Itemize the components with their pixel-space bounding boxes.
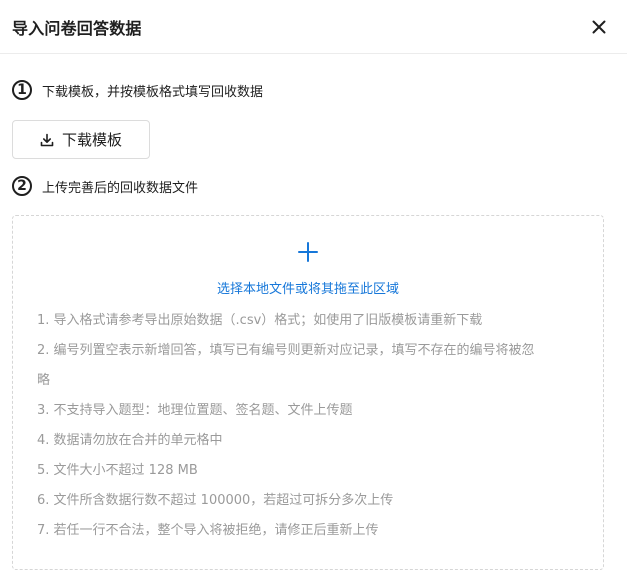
step-2-number: 2: [12, 176, 32, 196]
step-1: 1 下载模板，并按模板格式填写回收数据: [12, 80, 263, 100]
close-button[interactable]: [587, 15, 611, 39]
rule-item: 4. 数据请勿放在合并的单元格中: [37, 433, 223, 448]
dialog-title: 导入问卷回答数据: [12, 19, 142, 38]
close-icon: [592, 20, 606, 34]
dialog-header: 导入问卷回答数据: [0, 0, 627, 54]
rule-item: 5. 文件大小不超过 128 MB: [37, 463, 198, 478]
dropzone-prompt[interactable]: 选择本地文件或将其拖至此区域: [13, 278, 603, 297]
rule-item: 1. 导入格式请参考导出原始数据（.csv）格式；如使用了旧版模板请重新下载: [37, 313, 483, 328]
download-template-label: 下载模板: [61, 131, 122, 149]
rule-item: 7. 若任一行不合法，整个导入将被拒绝，请修正后重新上传: [37, 523, 379, 538]
file-dropzone[interactable]: 选择本地文件或将其拖至此区域 1. 导入格式请参考导出原始数据（.csv）格式；…: [12, 215, 604, 570]
rule-item: 3. 不支持导入题型：地理位置题、签名题、文件上传题: [37, 403, 353, 418]
download-icon: [40, 133, 54, 146]
step-2: 2 上传完善后的回收数据文件: [12, 176, 198, 196]
step-2-text: 上传完善后的回收数据文件: [42, 180, 199, 196]
step-1-number: 1: [12, 80, 32, 100]
rule-item: 6. 文件所含数据行数不超过 100000，若超过可拆分多次上传: [37, 493, 394, 508]
import-rules-list: 1. 导入格式请参考导出原始数据（.csv）格式；如使用了旧版模板请重新下载 2…: [37, 306, 537, 546]
step-1-text: 下载模板，并按模板格式填写回收数据: [42, 84, 264, 100]
rule-item: 略: [37, 373, 51, 388]
rule-item: 2. 编号列置空表示新增回答，填写已有编号则更新对应记录，填写不存在的编号将被忽: [37, 343, 535, 358]
download-template-button[interactable]: 下载模板: [12, 120, 150, 159]
import-dialog: 导入问卷回答数据 1 下载模板，并按模板格式填写回收数据 下载模板 2 上传完善…: [0, 0, 627, 584]
plus-icon: [298, 242, 318, 262]
